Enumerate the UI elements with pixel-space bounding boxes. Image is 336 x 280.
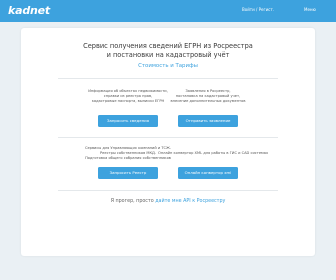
kadnet-logo[interactable]: kadnet [8, 4, 50, 17]
send-application-button[interactable]: Отправить заявление [178, 115, 238, 127]
top-bar: kadnet Войти / Регист. Меню [0, 0, 336, 22]
api-request-text: Я прогер, просто дайте мне API к Росреес… [110, 199, 226, 204]
request-registry-button[interactable]: Запросить Реестр [98, 167, 158, 179]
divider [58, 190, 278, 191]
divider [58, 137, 278, 138]
divider [58, 78, 278, 79]
pricing-link[interactable]: Стоимость и Тарифы [0, 63, 336, 69]
page-title-line-2: и постановки на кадастровый учёт [106, 51, 230, 59]
service-application-description: Заявления в Росреестр, постановка на кад… [170, 89, 246, 104]
request-info-button[interactable]: Запросить сведения [98, 115, 158, 127]
login-link[interactable]: Войти / Регист. [242, 7, 274, 12]
service-converter-description: Онлайн конвертор XML для работы в ГИС и … [158, 151, 269, 155]
page-title-line-1: Сервис получения сведений ЕГРН из Росрее… [83, 42, 253, 50]
api-request-link[interactable]: дайте мне API к Росреестру [155, 199, 225, 204]
xml-converter-button[interactable]: Онлайн конвертор xml [178, 167, 238, 179]
menu-link[interactable]: Меню [304, 7, 316, 12]
